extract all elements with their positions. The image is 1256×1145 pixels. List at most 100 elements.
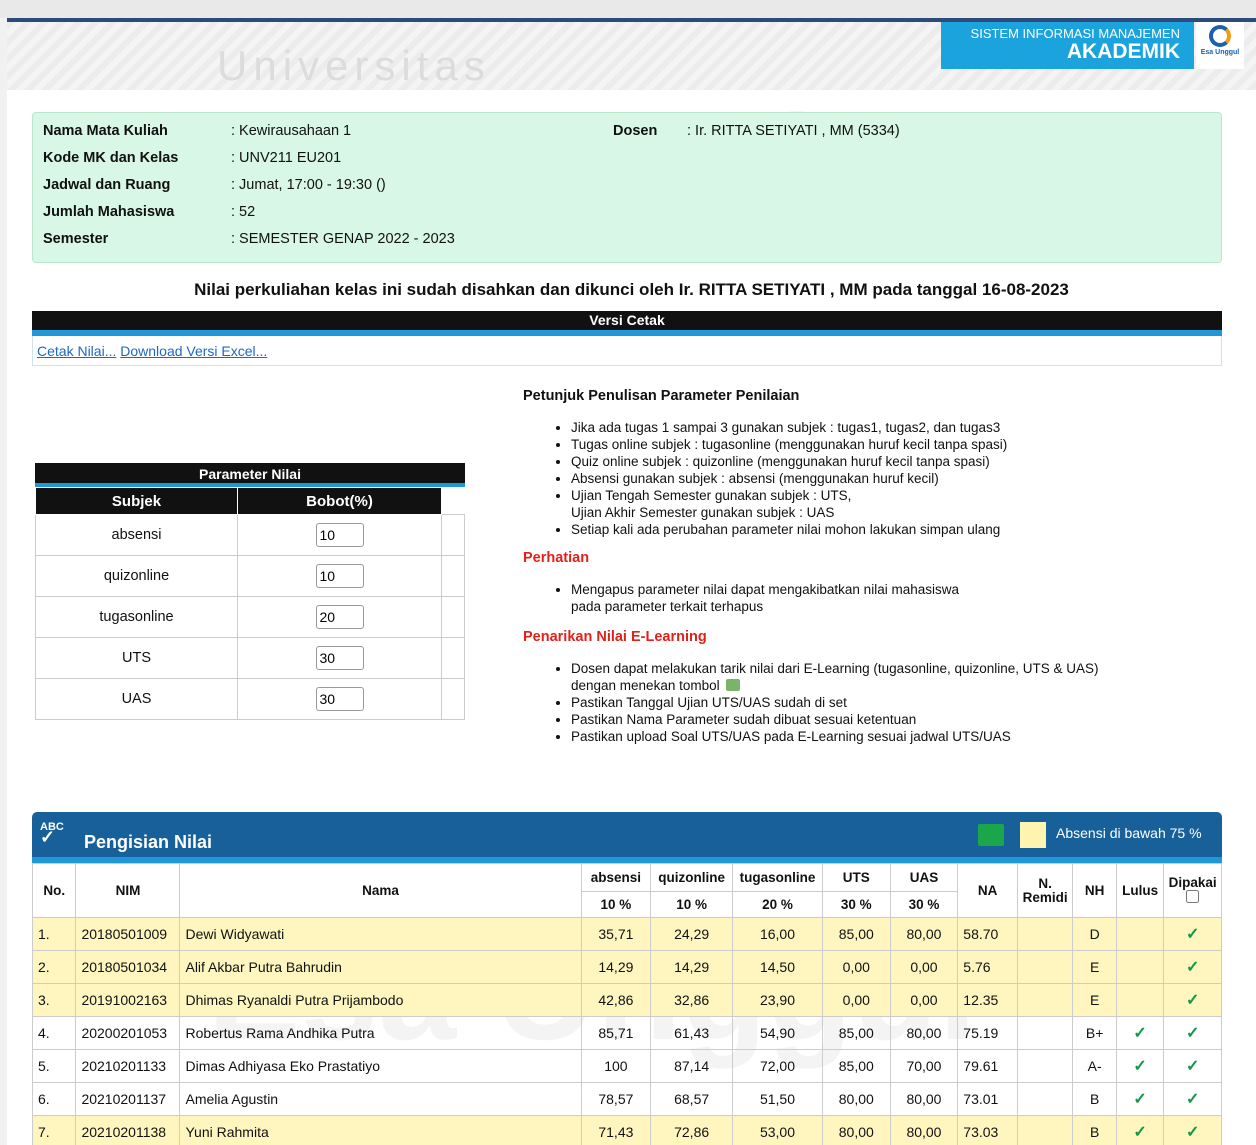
cell-na: 58.70 — [957, 917, 1018, 951]
cell-quizonline: 24,29 — [650, 917, 734, 951]
grades-table: No. NIM Nama absensi quizonline tugasonl… — [31, 863, 1222, 1145]
cell-dipakai[interactable]: ✓ — [1163, 1049, 1222, 1083]
cell-nim: 20210201137 — [75, 1082, 181, 1116]
cell-no: 7. — [31, 1115, 77, 1145]
table-row: 6. 20210201137 Amelia Agustin 78,57 68,57 51,… — [31, 1082, 1222, 1116]
cell-dipakai[interactable]: ✓ — [1163, 950, 1222, 984]
col-uts: UTS — [821, 863, 891, 892]
check-icon: ✓ — [1133, 1058, 1147, 1075]
elearning-item: Pastikan Tanggal Ujian UTS/UAS sudah di … — [571, 694, 1223, 711]
cell-absensi: 42,86 — [580, 983, 652, 1017]
cell-uts: 85,00 — [821, 917, 891, 951]
check-icon: ✓ — [1133, 1124, 1147, 1141]
cell-nh: B+ — [1072, 1016, 1117, 1050]
cell-lulus — [1115, 917, 1165, 951]
brand-line2: AKADEMIK — [1066, 40, 1180, 63]
param-weight-cell — [237, 596, 442, 638]
cell-dipakai[interactable]: ✓ — [1163, 1082, 1222, 1116]
pull-grades-icon[interactable] — [726, 679, 741, 691]
print-icon[interactable] — [978, 824, 1004, 846]
low-attendance-legend: Absensi di bawah 75 % — [1056, 825, 1202, 841]
cell-dipakai[interactable]: ✓ — [1163, 983, 1222, 1017]
warning-title: Perhatian — [523, 550, 590, 566]
select-all-checkbox[interactable] — [1186, 890, 1200, 903]
cell-no: 4. — [31, 1016, 77, 1050]
instructions-list: Jika ada tugas 1 sampai 3 gunakan subjek… — [523, 419, 1223, 538]
cell-tugasonline: 72,00 — [732, 1049, 823, 1083]
param-weight-input[interactable] — [315, 687, 364, 711]
instruction-item: Jika ada tugas 1 sampai 3 gunakan subjek… — [571, 419, 1223, 436]
cell-quizonline: 68,57 — [650, 1082, 734, 1116]
print-grades-link[interactable]: Cetak Nilai... — [37, 343, 116, 359]
cell-dipakai[interactable]: ✓ — [1163, 1016, 1222, 1050]
param-col-spacer — [441, 487, 465, 515]
instruction-uas: Ujian Akhir Semester gunakan subjek : UA… — [571, 505, 835, 520]
param-weight-cell — [237, 514, 442, 556]
cell-nama: Robertus Rama Andhika Putra — [179, 1016, 582, 1050]
table-row: 3. 20191002163 Dhimas Ryanaldi Putra Prija… — [31, 983, 1222, 1017]
param-weight-input[interactable] — [315, 523, 364, 547]
cell-quizonline: 72,86 — [650, 1115, 734, 1145]
course-value: : Kewirausahaan 1 — [231, 123, 352, 139]
cell-lulus: ✓ — [1115, 1115, 1165, 1145]
cell-absensi: 78,57 — [580, 1082, 652, 1116]
cell-nim: 20191002163 — [75, 983, 181, 1017]
table-row: 4. 20200201053 Robertus Rama Andhika Putra… — [31, 1016, 1222, 1050]
cell-quizonline: 61,43 — [650, 1016, 734, 1050]
check-icon: ✓ — [1133, 1091, 1147, 1108]
cell-uas: 80,00 — [889, 917, 959, 951]
param-weight-input[interactable] — [315, 605, 364, 629]
instruction-item: Tugas online subjek : tugasonline (mengg… — [571, 436, 1223, 453]
param-weight-input[interactable] — [315, 564, 364, 588]
cell-no: 5. — [31, 1049, 77, 1083]
cell-dipakai[interactable]: ✓ — [1163, 917, 1222, 951]
cell-lulus — [1115, 983, 1165, 1017]
cell-nim: 20180501034 — [75, 950, 181, 984]
cell-lulus: ✓ — [1115, 1082, 1165, 1116]
schedule-value: : Jumat, 17:00 - 19:30 () — [231, 177, 386, 193]
brand-banner[interactable]: SISTEM INFORMASI MANAJEMEN AKADEMIK — [941, 22, 1194, 69]
check-icon: ✓ — [1185, 1058, 1200, 1075]
download-excel-link[interactable]: Download Versi Excel... — [120, 343, 267, 359]
cell-uts: 0,00 — [821, 950, 891, 984]
cell-nim: 20200201053 — [75, 1016, 181, 1050]
weight-quizonline: 10 % — [650, 891, 734, 918]
abc-check-icon: ABC ✓ — [40, 821, 64, 847]
cell-uas: 0,00 — [889, 983, 959, 1017]
instruction-item: Absensi gunakan subjek : absensi (menggu… — [571, 470, 1223, 487]
weight-tugasonline: 20 % — [732, 891, 823, 918]
cell-nama: Amelia Agustin — [179, 1082, 582, 1116]
cell-nama: Dewi Widyawati — [179, 917, 582, 951]
cell-no: 3. — [31, 983, 77, 1017]
brand-line1: SISTEM INFORMASI MANAJEMEN — [970, 26, 1180, 41]
param-weight-input[interactable] — [315, 646, 364, 670]
col-nama: Nama — [179, 863, 582, 918]
top-strip — [0, 0, 1256, 18]
university-logo[interactable]: Esa Unggul — [1196, 22, 1244, 69]
param-weight-cell — [237, 678, 442, 720]
cell-uts: 0,00 — [821, 983, 891, 1017]
cell-remidi — [1016, 1016, 1074, 1050]
cell-nama: Alif Akbar Putra Bahrudin — [179, 950, 582, 984]
instruction-uts: Ujian Tengah Semester gunakan subjek : U… — [571, 488, 852, 503]
col-uas: UAS — [889, 863, 959, 892]
check-icon: ✓ — [1185, 992, 1200, 1009]
check-icon: ✓ — [1133, 1025, 1147, 1042]
cell-nh: B — [1072, 1082, 1117, 1116]
parameter-table-title: Parameter Nilai — [35, 463, 465, 487]
param-weight-cell — [237, 637, 442, 679]
table-row: 1. 20180501009 Dewi Widyawati 35,71 24,29 16,… — [31, 917, 1222, 951]
cell-no: 2. — [31, 950, 77, 984]
students-label: Jumlah Mahasiswa — [43, 204, 175, 220]
cell-uts: 85,00 — [821, 1049, 891, 1083]
table-row: 5. 20210201133 Dimas Adhiyasa Eko Prastati… — [31, 1049, 1222, 1083]
cell-absensi: 71,43 — [580, 1115, 652, 1145]
logo-text: Esa Unggul — [1200, 49, 1240, 56]
col-quizonline: quizonline — [650, 863, 734, 892]
semester-label: Semester — [43, 231, 109, 247]
param-spacer — [441, 678, 465, 720]
cell-na: 12.35 — [957, 983, 1018, 1017]
check-icon: ✓ — [1185, 926, 1200, 943]
cell-dipakai[interactable]: ✓ — [1163, 1115, 1222, 1145]
elearning-line2: dengan menekan tombol — [571, 678, 720, 693]
